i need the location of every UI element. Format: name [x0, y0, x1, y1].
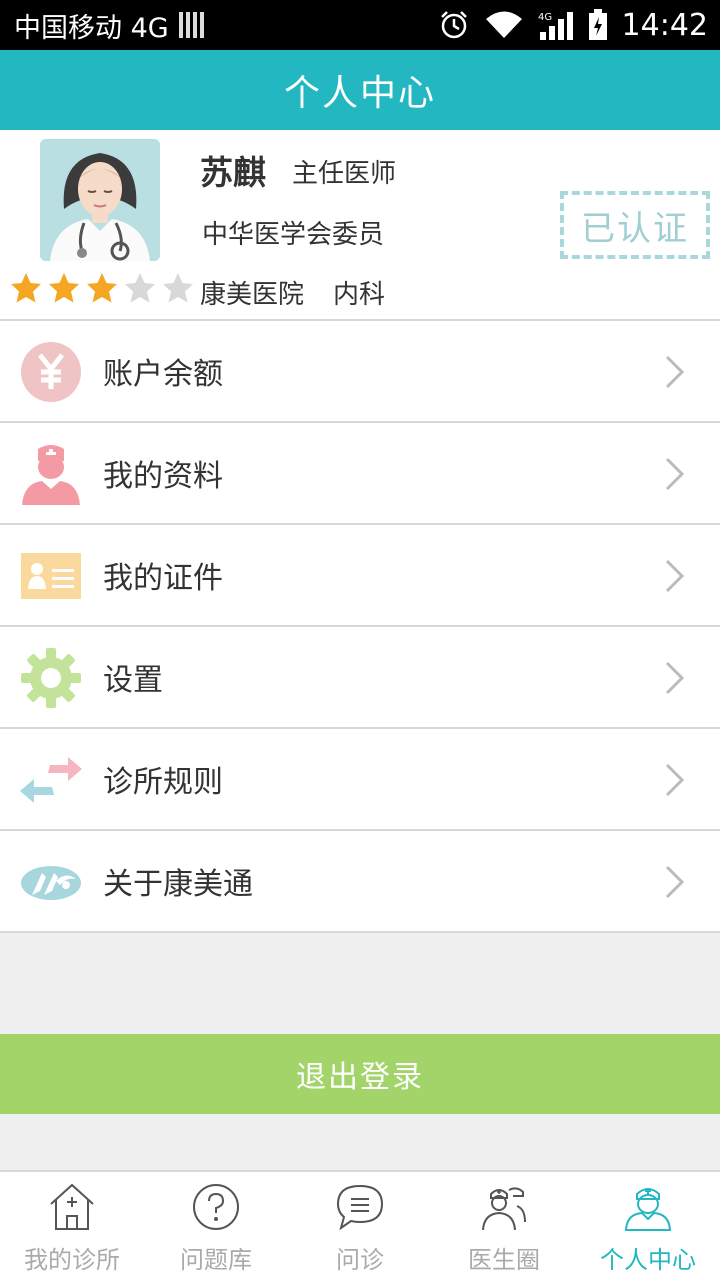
status-bar: 中国移动 4G 4G 14:42	[0, 0, 720, 50]
verified-badge: 已认证	[560, 191, 710, 259]
chevron-right-icon	[665, 865, 685, 899]
home-clinic-icon	[50, 1183, 94, 1230]
star-empty-icon	[125, 273, 155, 303]
gear-icon	[21, 648, 81, 708]
chevron-right-icon	[665, 355, 685, 389]
status-time: 14:42	[621, 7, 708, 43]
doctor-organization: 中华医学会委员	[202, 220, 385, 250]
doctor-name: 苏麒	[200, 153, 266, 192]
carrier-label: 中国移动 4G	[14, 12, 169, 44]
chat-bubble-icon	[336, 1184, 384, 1231]
doctor-title: 主任医师	[292, 159, 397, 189]
nav-label: 我的诊所	[24, 1246, 120, 1274]
rating-stars	[10, 272, 194, 304]
battery-icon	[588, 9, 607, 40]
nav-label: 医生圈	[468, 1246, 540, 1274]
doctor-avatar-image	[40, 139, 160, 261]
menu-label-balance: 账户余额	[103, 357, 223, 392]
star-filled-icon	[87, 273, 117, 303]
menu-label-profile: 我的资料	[103, 459, 223, 494]
nav-item-question-bank[interactable]: 问题库	[144, 1172, 288, 1280]
menu-item-balance[interactable]: 账户余额	[0, 321, 720, 423]
cell-signal-icon: 4G	[538, 12, 573, 40]
nav-item-consult[interactable]: 问诊	[288, 1172, 432, 1280]
menu-label-rules: 诊所规则	[103, 765, 223, 800]
nurse-profile-icon	[22, 445, 80, 505]
doctor-hospital: 康美医院	[200, 280, 305, 310]
brand-logo-icon	[21, 866, 81, 900]
logout-label: 退出登录	[296, 1060, 424, 1095]
chevron-right-icon	[665, 457, 685, 491]
menu-item-settings[interactable]: 设置	[0, 627, 720, 729]
status-right: 4G 14:42	[438, 8, 708, 43]
nav-label: 个人中心	[600, 1246, 696, 1274]
menu-label-certificates: 我的证件	[103, 561, 223, 596]
nav-label: 问诊	[336, 1246, 384, 1274]
wifi-icon	[485, 11, 522, 38]
star-empty-icon	[163, 273, 193, 303]
nav-item-my-clinic[interactable]: 我的诊所	[0, 1172, 144, 1280]
alarm-icon	[440, 11, 467, 39]
menu-item-profile[interactable]: 我的资料	[0, 423, 720, 525]
menu-item-rules[interactable]: 诊所规则	[0, 729, 720, 831]
menu-label-settings: 设置	[103, 663, 163, 698]
menu-label-about: 关于康美通	[103, 867, 253, 902]
page-title: 个人中心	[283, 73, 436, 114]
yen-icon	[21, 342, 81, 402]
menu-item-about[interactable]: 关于康美通	[0, 831, 720, 933]
chevron-right-icon	[665, 661, 685, 695]
doctors-group-icon	[482, 1187, 526, 1231]
avatar[interactable]	[40, 139, 160, 261]
menu-list: 账户余额 我的资料 我的证件 设置 诊所规则 关于康美通	[0, 321, 720, 933]
chevron-right-icon	[665, 763, 685, 797]
star-filled-icon	[11, 273, 41, 303]
nav-label: 问题库	[180, 1246, 252, 1274]
status-left: 中国移动 4G	[14, 6, 204, 45]
nav-item-doctor-circle[interactable]: 医生圈	[432, 1172, 576, 1280]
bottom-nav: 我的诊所 问题库 问诊 医生圈 个人中心	[0, 1170, 720, 1280]
chevron-right-icon	[665, 559, 685, 593]
title-bar: 个人中心	[0, 50, 720, 130]
id-card-icon	[21, 553, 81, 599]
sim-signal-icon	[178, 12, 204, 38]
question-icon	[193, 1184, 239, 1230]
menu-item-certificates[interactable]: 我的证件	[0, 525, 720, 627]
verified-label: 已认证	[581, 208, 689, 249]
logout-button[interactable]: 退出登录	[0, 1034, 720, 1114]
star-filled-icon	[49, 273, 79, 303]
nav-item-personal-center[interactable]: 个人中心	[576, 1172, 720, 1280]
exchange-arrows-icon	[20, 757, 82, 803]
doctor-person-icon	[624, 1188, 672, 1231]
network-type: 4G	[538, 12, 552, 23]
profile-card: 苏麒 主任医师 中华医学会委员 康美医院 内科 已认证	[0, 130, 720, 321]
doctor-department: 内科	[333, 280, 386, 310]
